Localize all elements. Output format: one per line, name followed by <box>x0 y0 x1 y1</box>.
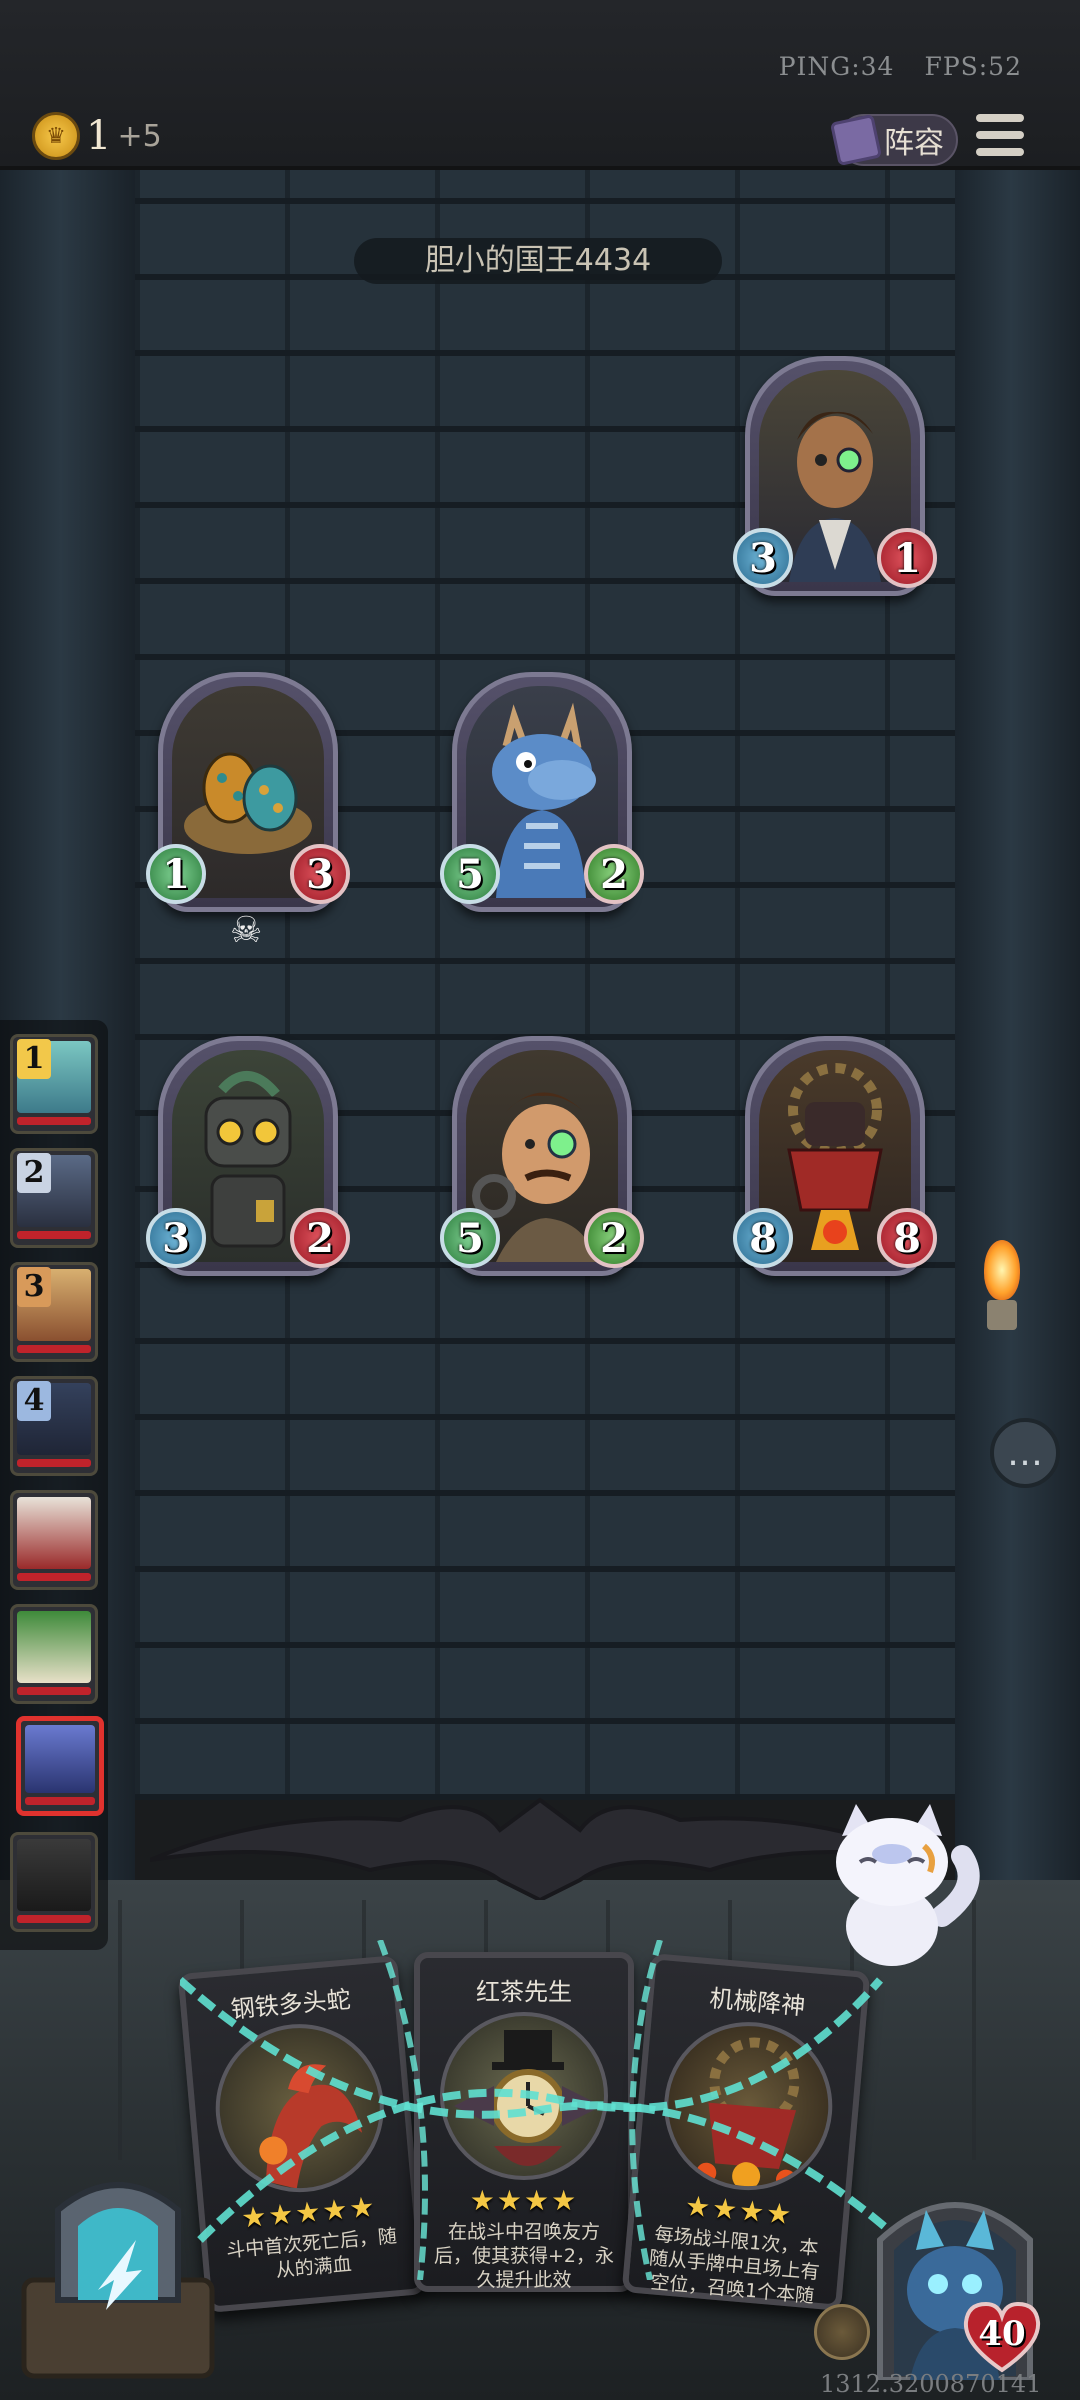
player-slot[interactable] <box>10 1604 98 1704</box>
minion-engineer[interactable]: 3 1 <box>733 356 937 596</box>
opponent-name: 胆小的国王4434 <box>354 238 722 284</box>
attack-stat: 8 <box>733 1208 793 1268</box>
player-hp-bar <box>17 1687 91 1695</box>
health-stat: 2 <box>584 1208 644 1268</box>
chat-icon[interactable]: … <box>990 1418 1060 1488</box>
minion-mustache-man[interactable]: 5 2 <box>440 1036 644 1276</box>
player-hp-bar <box>25 1797 95 1805</box>
lineup-label: 阵容 <box>884 126 944 161</box>
crown-coin-icon: ♛ <box>32 112 80 160</box>
player-slot[interactable]: 1 <box>10 1034 98 1134</box>
player-hp-bar <box>17 1231 91 1239</box>
torch <box>984 1240 1020 1330</box>
right-pillar <box>955 170 1080 1930</box>
health-stat: 8 <box>877 1208 937 1268</box>
player-list: 1 2 3 4 <box>0 1020 108 1950</box>
health-stat: 3 <box>290 844 350 904</box>
attack-stat: 5 <box>440 844 500 904</box>
player-hp-bar <box>17 1915 91 1923</box>
hand-card[interactable]: 机械降神 ★★★★ 每场战斗限1次，本随从手牌中且场上有空位，召唤1个本随从 <box>621 1953 871 2311</box>
player-rank: 3 <box>17 1267 51 1307</box>
player-slot[interactable]: 3 <box>10 1262 98 1362</box>
tavern-shop-button[interactable] <box>18 2170 218 2380</box>
player-slot[interactable] <box>10 1832 98 1932</box>
player-hp-bar <box>17 1573 91 1581</box>
lineup-button[interactable]: 阵容 <box>829 113 958 167</box>
skull-icon: ☠ <box>230 910 263 951</box>
card-name: 红茶先生 <box>476 1978 572 2006</box>
gold-income: +5 <box>117 118 162 154</box>
attack-stat: 3 <box>146 1208 206 1268</box>
player-avatar <box>17 1497 91 1569</box>
game-screen: PING:34 FPS:52 ♛ 1 +5 阵容 胆小的国王4434 3 1 1… <box>0 0 1080 2400</box>
player-avatar <box>17 1839 91 1911</box>
network-stats: PING:34 FPS:52 <box>779 52 1022 81</box>
minion-blue-dragon[interactable]: 5 2 <box>440 672 644 912</box>
hero-health: 40 <box>960 2300 1044 2374</box>
card-description: 在战斗中召唤友方后，使其获得+2，永久提升此效 <box>434 2221 614 2291</box>
player-avatar <box>17 1611 91 1683</box>
attack-stat: 1 <box>146 844 206 904</box>
card-portrait <box>440 2012 608 2180</box>
player-slot[interactable]: 4 <box>10 1376 98 1476</box>
book-icon <box>829 113 883 167</box>
hand-card[interactable]: 红茶先生 ★★★★ 在战斗中召唤友方后，使其获得+2，永久提升此效 <box>414 1952 634 2292</box>
player-rank: 2 <box>17 1153 51 1193</box>
hero-health-value: 40 <box>978 2314 1026 2354</box>
player-hp-bar <box>17 1459 91 1467</box>
coordinate-readout: 1312.3200870141 <box>820 2370 1042 2398</box>
fps-readout: FPS:52 <box>924 52 1022 81</box>
player-rank: 4 <box>17 1381 51 1421</box>
card-portrait <box>657 2015 840 2198</box>
health-stat: 1 <box>877 528 937 588</box>
cat-pet[interactable] <box>812 1796 982 1976</box>
card-name: 钢铁多头蛇 <box>229 1985 352 2024</box>
minion-egg[interactable]: 1 3 ☠ <box>146 672 350 951</box>
health-stat: 2 <box>290 1208 350 1268</box>
attack-stat: 5 <box>440 1208 500 1268</box>
hero-power-button[interactable] <box>814 2304 870 2360</box>
menu-icon[interactable] <box>976 114 1024 156</box>
ping-readout: PING:34 <box>778 52 895 81</box>
player-slot[interactable] <box>10 1490 98 1590</box>
player-hp-bar <box>17 1345 91 1353</box>
card-portrait <box>208 2017 391 2200</box>
minion-robot[interactable]: 3 2 <box>146 1036 350 1276</box>
attack-stat: 3 <box>733 528 793 588</box>
health-stat: 2 <box>584 844 644 904</box>
minion-mech-god[interactable]: 8 8 <box>733 1036 937 1276</box>
player-rank: 1 <box>17 1039 51 1079</box>
player-hp-bar <box>17 1117 91 1125</box>
card-stars: ★★★★ <box>469 2184 579 2217</box>
player-slot-current-opponent[interactable] <box>16 1716 104 1816</box>
card-name: 机械降神 <box>708 1984 807 2021</box>
player-avatar <box>25 1725 95 1793</box>
flame-icon <box>984 1240 1020 1300</box>
gold-count: 1 <box>86 113 112 159</box>
player-slot[interactable]: 2 <box>10 1148 98 1248</box>
gold-display: ♛ 1 +5 <box>32 112 162 160</box>
